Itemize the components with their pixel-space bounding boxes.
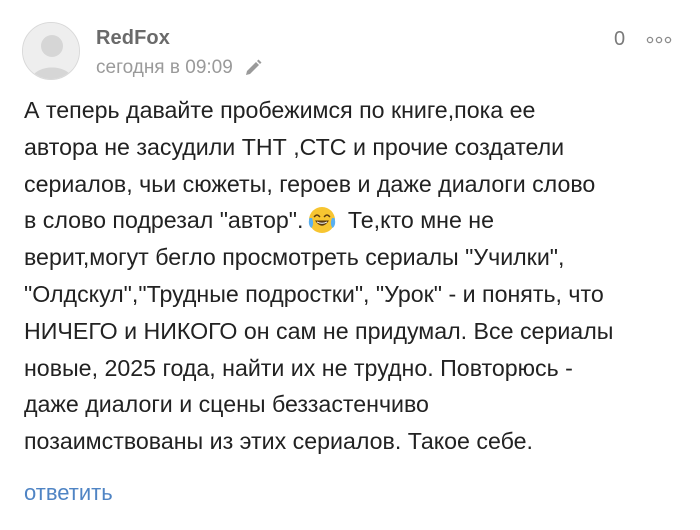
comment-line-part: Те,кто мне не bbox=[341, 207, 494, 234]
laughing-tears-emoji-icon bbox=[309, 207, 336, 234]
rating-count: 0 bbox=[614, 28, 626, 50]
avatar[interactable] bbox=[22, 22, 80, 80]
comment-line: НИЧЕГО и НИКОГО он сам не придумал. Все … bbox=[24, 317, 614, 344]
comment-line: даже диалоги и сцены беззастенчиво bbox=[24, 391, 429, 418]
author-name[interactable]: RedFox bbox=[96, 27, 170, 50]
reply-link[interactable]: ответить bbox=[24, 480, 113, 506]
user-avatar-icon bbox=[23, 23, 79, 79]
comment-line-with-emoji: в слово подрезал "автор". Те,кто мне не bbox=[24, 202, 674, 239]
timestamp: сегодня в 09:09 bbox=[96, 57, 233, 78]
comment-line-part: в слово подрезал "автор". bbox=[24, 207, 304, 234]
comment-line: А теперь давайте пробежимся по книге,пок… bbox=[24, 97, 536, 123]
comment-line: сериалов, чьи сюжеты, героев и даже диал… bbox=[24, 170, 596, 197]
comment-meta: сегодня в 09:09 bbox=[96, 57, 263, 79]
more-dots-icon[interactable] bbox=[646, 36, 672, 44]
comment-line: верит,могут бегло просмотреть сериалы "У… bbox=[24, 244, 565, 271]
comment: RedFox сегодня в 09:09 0 А теперь давайт… bbox=[0, 0, 700, 530]
comment-line: позаимствованы из этих сериалов. Такое с… bbox=[24, 428, 533, 455]
comment-line: "Олдскул","Трудные подростки", "Урок" - … bbox=[24, 280, 604, 307]
pencil-icon[interactable] bbox=[243, 58, 263, 78]
comment-line: автора не засудили ТНТ ,СТС и прочие соз… bbox=[24, 133, 565, 160]
comment-line: новые, 2025 года, найти их не трудно. По… bbox=[24, 354, 573, 381]
comment-body: А теперь давайте пробежимся по книге,пок… bbox=[24, 92, 674, 460]
